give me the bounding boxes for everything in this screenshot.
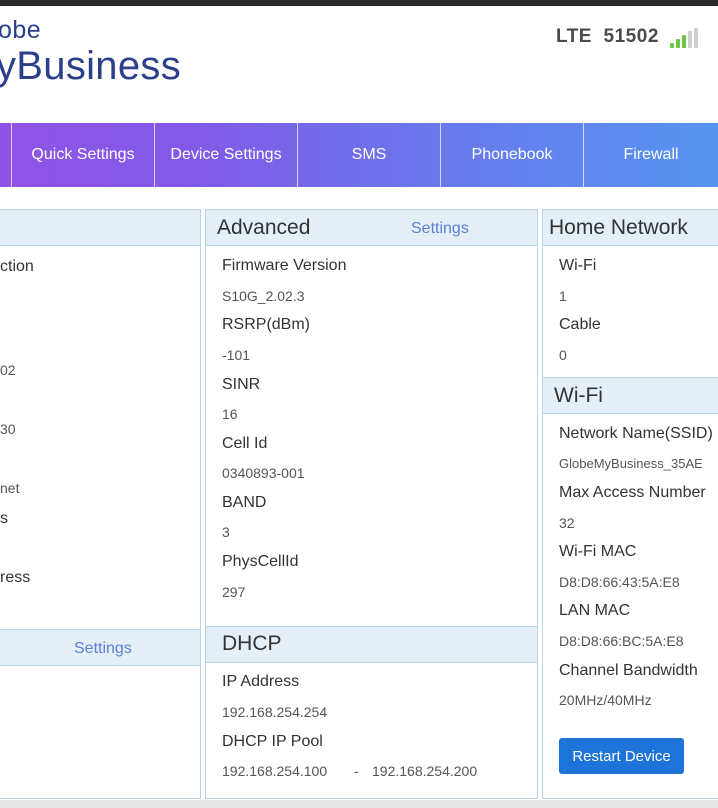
brand-logo-line2: yBusiness <box>0 44 182 88</box>
home-network-panel <box>542 209 718 799</box>
band-label: BAND <box>222 494 267 511</box>
dhcp-ip-address-label: IP Address <box>222 673 300 690</box>
dhcp-pool-label: DHCP IP Pool <box>222 733 323 750</box>
left-row-label: net <box>0 480 20 496</box>
left-row-label: ction <box>0 258 34 275</box>
home-wifi-label: Wi-Fi <box>559 257 597 274</box>
home-cable-value: 0 <box>559 347 567 363</box>
left-panel <box>0 209 201 799</box>
cell-id-value: 0340893-001 <box>222 465 305 481</box>
left-row-label: 30 <box>0 421 16 437</box>
network-status: LTE 51502 <box>556 26 659 48</box>
max-access-label: Max Access Number <box>559 484 706 501</box>
ssid-label: Network Name(SSID) <box>559 425 713 442</box>
left-settings-link[interactable]: Settings <box>74 640 132 658</box>
signal-bars-icon <box>670 28 700 48</box>
nav-item-sms[interactable]: SMS <box>298 123 441 187</box>
wifi-mac-label: Wi-Fi MAC <box>559 543 637 560</box>
top-system-bar <box>0 0 718 6</box>
band-value: 3 <box>222 524 230 540</box>
dhcp-title: DHCP <box>222 632 282 655</box>
nav-item-firewall[interactable]: Firewall <box>584 123 718 187</box>
main-nav: Quick Settings Device Settings SMS Phone… <box>0 123 718 187</box>
phys-cell-id-value: 297 <box>222 584 246 600</box>
dhcp-ip-address-value: 192.168.254.254 <box>222 704 328 720</box>
wifi-mac-value: D8:D8:66:43:5A:E8 <box>559 574 680 590</box>
bottom-edge <box>0 800 718 808</box>
rsrp-value: -101 <box>222 347 251 363</box>
network-operator-code: 51502 <box>603 26 659 47</box>
phys-cell-id-label: PhysCellId <box>222 553 299 570</box>
dhcp-pool-start: 192.168.254.100 <box>222 763 328 779</box>
lan-mac-value: D8:D8:66:BC:5A:E8 <box>559 633 684 649</box>
restart-device-button[interactable]: Restart Device <box>559 738 684 774</box>
dhcp-pool-separator: - <box>354 763 359 779</box>
home-cable-label: Cable <box>559 316 601 333</box>
dhcp-pool-end: 192.168.254.200 <box>372 763 478 779</box>
advanced-settings-link[interactable]: Settings <box>411 220 469 238</box>
nav-item-phonebook[interactable]: Phonebook <box>441 123 584 187</box>
brand-logo-line1: obe <box>0 16 42 44</box>
advanced-title: Advanced <box>217 216 311 239</box>
firmware-version-value: S10G_2.02.3 <box>222 288 305 304</box>
nav-item-hidden[interactable] <box>0 123 12 187</box>
sinr-value: 16 <box>222 406 238 422</box>
max-access-value: 32 <box>559 515 575 531</box>
wifi-title: Wi-Fi <box>554 384 603 407</box>
cell-id-label: Cell Id <box>222 435 268 452</box>
left-row-label: s <box>0 510 8 527</box>
channel-bandwidth-label: Channel Bandwidth <box>559 662 698 679</box>
channel-bandwidth-value: 20MHz/40MHz <box>559 692 652 708</box>
left-panel-header <box>0 209 201 246</box>
sinr-label: SINR <box>222 376 261 393</box>
rsrp-label: RSRP(dBm) <box>222 316 311 333</box>
firmware-version-label: Firmware Version <box>222 257 347 274</box>
home-wifi-value: 1 <box>559 288 567 304</box>
ssid-value: GlobeMyBusiness_35AE <box>559 456 703 471</box>
home-network-title: Home Network <box>549 216 688 239</box>
left-row-label: 02 <box>0 362 16 378</box>
left-row-label: ress <box>0 569 31 586</box>
nav-item-device-settings[interactable]: Device Settings <box>155 123 298 187</box>
lan-mac-label: LAN MAC <box>559 602 631 619</box>
network-type-label: LTE <box>556 26 592 47</box>
nav-item-quick-settings[interactable]: Quick Settings <box>12 123 155 187</box>
